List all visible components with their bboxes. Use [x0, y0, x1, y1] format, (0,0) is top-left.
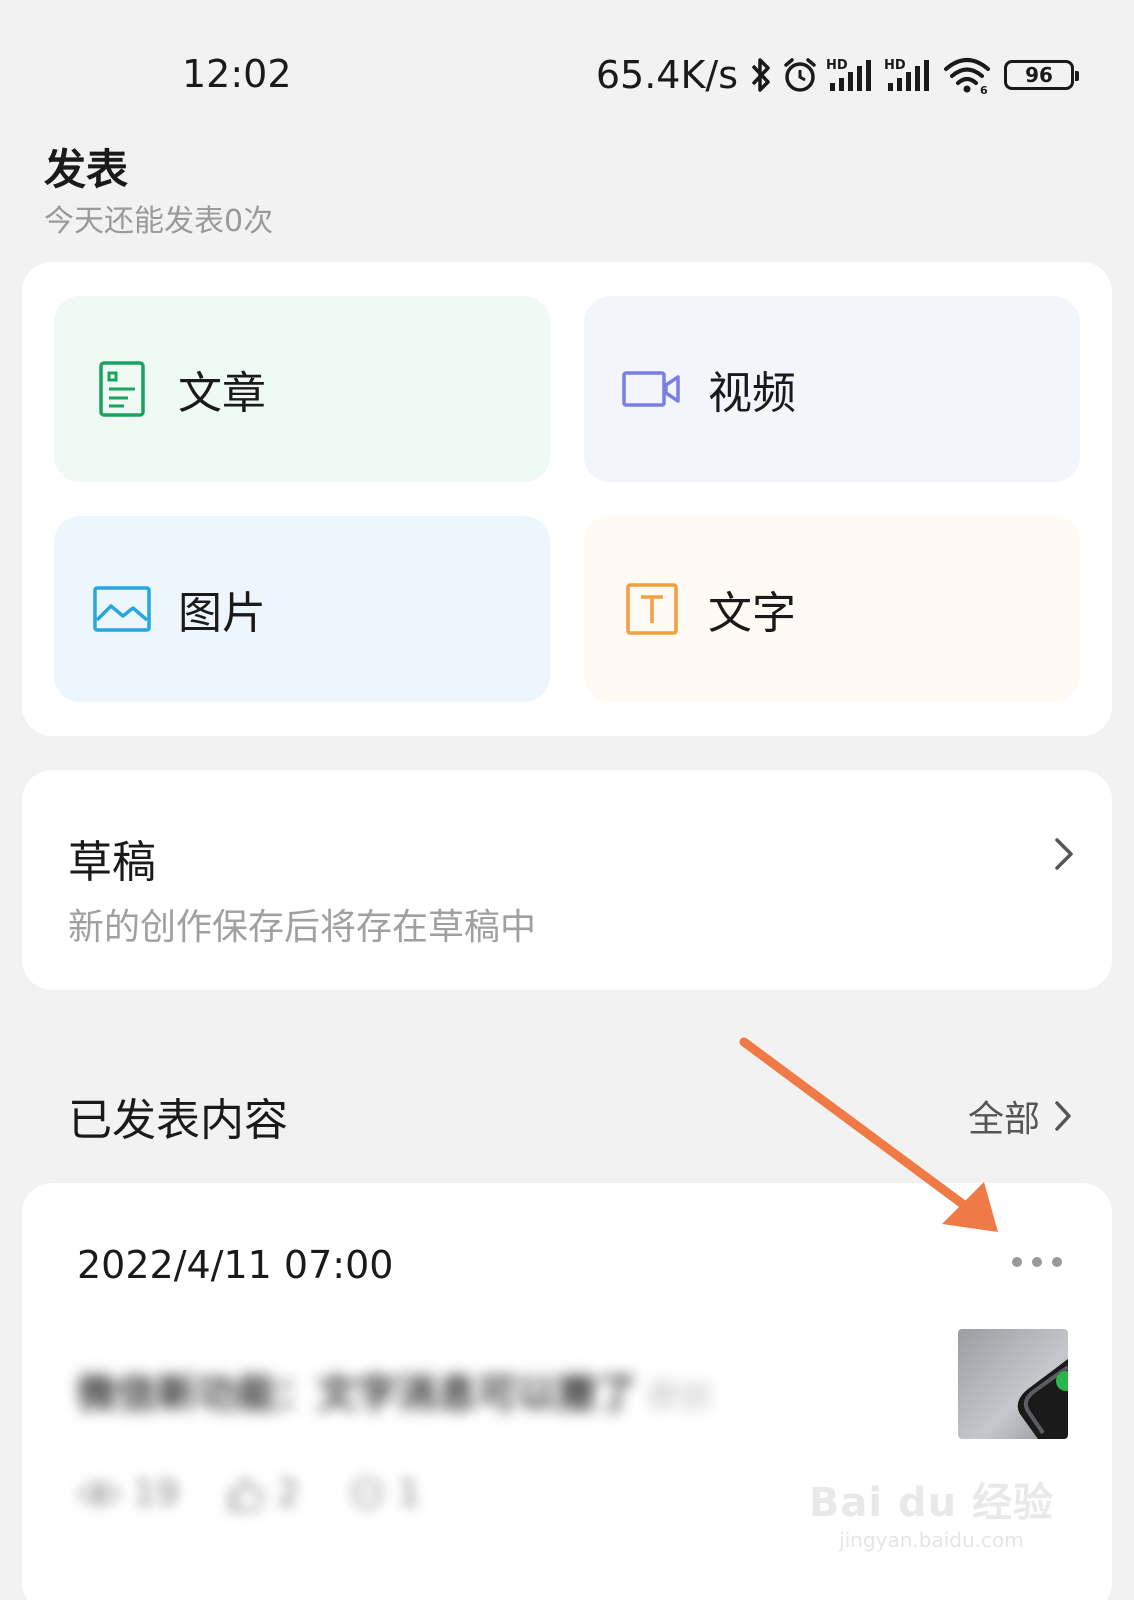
- chevron-right-icon: [1055, 1101, 1071, 1131]
- drafts-description: 新的创作保存后将存在草稿中: [68, 907, 537, 948]
- status-time: 12:02: [182, 52, 292, 96]
- post-date: 2022/4/11 07:00: [77, 1243, 394, 1287]
- comments-stat: 1: [348, 1473, 421, 1514]
- likes-count: 2: [276, 1473, 300, 1514]
- image-icon: [92, 579, 152, 639]
- create-text-button[interactable]: 文字: [584, 516, 1080, 702]
- post-stats: 19 2 1: [77, 1473, 421, 1514]
- post-tag: 原创: [647, 1377, 712, 1415]
- network-speed: 65.4K/s: [595, 53, 738, 97]
- drafts-card[interactable]: 草稿 新的创作保存后将存在草稿中: [22, 770, 1112, 990]
- tile-label: 视频: [708, 368, 796, 419]
- views-stat: 19: [77, 1473, 179, 1514]
- create-article-button[interactable]: 文章: [54, 296, 550, 482]
- page-title: 发表: [44, 145, 129, 194]
- watermark-logo: Bai du 经验: [808, 1480, 1054, 1526]
- svg-text:HD: HD: [826, 58, 848, 73]
- published-section-title: 已发表内容: [68, 1095, 288, 1146]
- publish-page: 12:02 65.4K/s HD HD 6 96 发表 今天还能发表0次 文章 …: [0, 0, 1134, 1600]
- more-dot: [1052, 1257, 1062, 1267]
- more-options-button[interactable]: [1012, 1247, 1062, 1277]
- view-all-label: 全部: [967, 1099, 1040, 1140]
- battery-level: 96: [1025, 63, 1053, 87]
- comment-icon: [351, 1477, 383, 1508]
- view-all-link[interactable]: 全部: [968, 1090, 1074, 1142]
- battery-icon: 96: [1004, 60, 1079, 90]
- views-count: 19: [133, 1473, 179, 1514]
- video-icon: [622, 359, 682, 419]
- status-icons: 65.4K/s HD HD 6 96: [595, 52, 1079, 98]
- baidu-watermark: Bai du 经验 jingyan.baidu.com: [809, 1470, 1054, 1552]
- bluetooth-icon: [751, 58, 770, 92]
- likes-stat: 2: [227, 1473, 300, 1514]
- thumbs-up-icon: [228, 1477, 264, 1511]
- hd-signal-icon: HD: [826, 58, 871, 91]
- watermark-url: jingyan.baidu.com: [839, 1528, 1024, 1552]
- status-bar: 12:02 65.4K/s HD HD 6 96: [0, 0, 1134, 120]
- comments-count: 1: [397, 1473, 421, 1514]
- post-thumbnail: [958, 1329, 1068, 1439]
- eye-icon: [77, 1481, 121, 1506]
- drafts-title: 草稿: [68, 837, 156, 888]
- hd-signal-icon: HD: [884, 58, 929, 91]
- publish-quota: 今天还能发表0次: [44, 204, 274, 239]
- more-dot: [1012, 1257, 1022, 1267]
- svg-text:HD: HD: [884, 58, 906, 73]
- tile-label: 图片: [178, 588, 266, 639]
- svg-text:6: 6: [980, 84, 988, 95]
- tile-label: 文字: [708, 588, 796, 639]
- more-dot: [1032, 1257, 1042, 1267]
- wifi-icon: 6: [944, 58, 990, 95]
- create-card: 文章 视频 图片 文字: [22, 262, 1112, 736]
- chevron-right-icon: [1055, 838, 1073, 870]
- tile-label: 文章: [178, 368, 266, 419]
- phone-thumbnail-image: [1017, 1359, 1068, 1439]
- post-title-text: 微信新功能：文字消息可以撤了: [77, 1371, 637, 1417]
- text-icon: [622, 579, 682, 639]
- post-title: 微信新功能：文字消息可以撤了 原创: [77, 1361, 711, 1419]
- alarm-icon: [784, 58, 816, 92]
- create-image-button[interactable]: 图片: [54, 516, 550, 702]
- article-icon: [92, 359, 152, 419]
- create-video-button[interactable]: 视频: [584, 296, 1080, 482]
